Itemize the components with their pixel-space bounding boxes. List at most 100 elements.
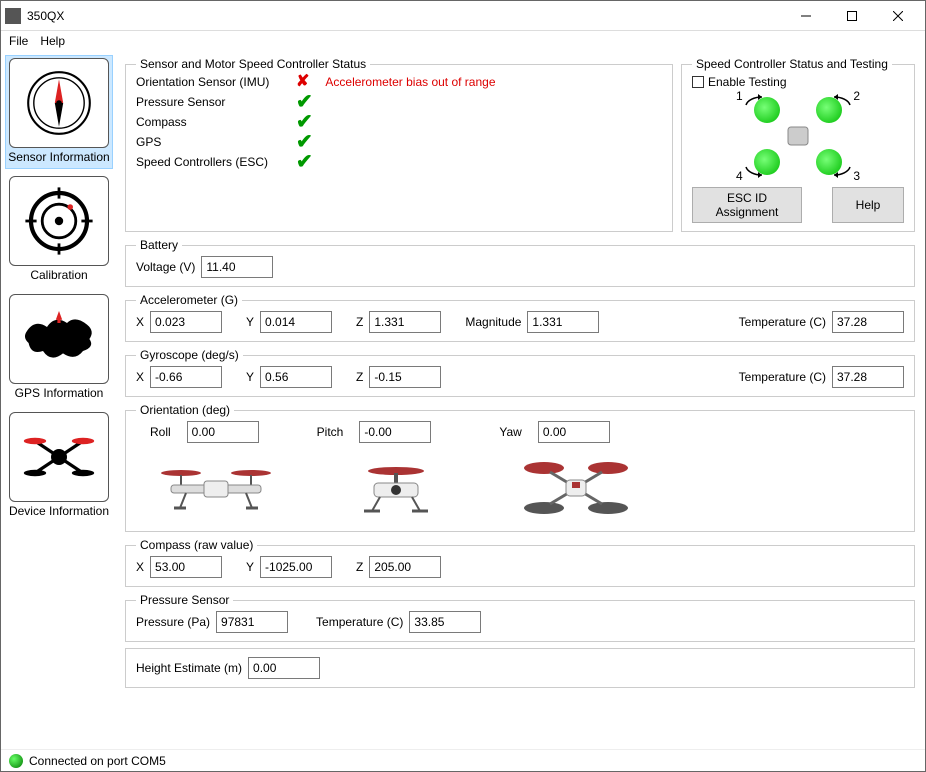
status-label: Speed Controllers (ESC)	[136, 155, 286, 169]
gyro-title: Gyroscope (deg/s)	[136, 348, 243, 362]
sidebar: Sensor Information Calibration	[1, 51, 119, 749]
height-label: Height Estimate (m)	[136, 661, 242, 675]
drone-yaw-image	[516, 453, 636, 523]
gyro-temp-input[interactable]	[832, 366, 904, 388]
gyro-z-input[interactable]	[369, 366, 441, 388]
compass-y-input[interactable]	[260, 556, 332, 578]
pressure-label: Pressure (Pa)	[136, 615, 210, 629]
voltage-input[interactable]	[201, 256, 273, 278]
sidebar-item-label: Device Information	[9, 504, 109, 518]
roll-label: Roll	[150, 425, 171, 439]
status-label: Compass	[136, 115, 286, 129]
height-panel: Height Estimate (m)	[125, 648, 915, 688]
accel-y-label: Y	[246, 315, 254, 329]
compass-x-label: X	[136, 560, 144, 574]
accel-panel: Accelerometer (G) X Y Z Magnitude Temper…	[125, 293, 915, 342]
status-row-compass: Compass ✔	[136, 115, 662, 129]
accel-mag-label: Magnitude	[465, 315, 521, 329]
app-icon	[5, 8, 21, 24]
status-label: Orientation Sensor (IMU)	[136, 75, 286, 89]
sidebar-item-gps-information[interactable]: GPS Information	[5, 291, 113, 405]
gyro-x-input[interactable]	[150, 366, 222, 388]
accel-mag-input[interactable]	[527, 311, 599, 333]
check-icon: ✔	[296, 115, 313, 129]
pitch-input[interactable]	[359, 421, 431, 443]
status-label: Pressure Sensor	[136, 95, 286, 109]
check-icon: ✔	[296, 95, 313, 109]
compass-icon	[9, 58, 109, 148]
menu-file[interactable]: File	[9, 34, 28, 48]
esc-panel: Speed Controller Status and Testing Enab…	[681, 57, 915, 232]
statusbar: Connected on port COM5	[1, 749, 925, 771]
menu-help[interactable]: Help	[40, 34, 65, 48]
window-title: 350QX	[27, 9, 783, 23]
accel-z-input[interactable]	[369, 311, 441, 333]
orient-title: Orientation (deg)	[136, 403, 234, 417]
yaw-input[interactable]	[538, 421, 610, 443]
check-icon: ✔	[296, 135, 313, 149]
status-row-gps: GPS ✔	[136, 135, 662, 149]
pressure-temp-label: Temperature (C)	[316, 615, 403, 629]
drone-roll-image	[156, 453, 276, 523]
pressure-title: Pressure Sensor	[136, 593, 233, 607]
accel-title: Accelerometer (G)	[136, 293, 242, 307]
compass-z-label: Z	[356, 560, 363, 574]
gyro-temp-label: Temperature (C)	[739, 370, 826, 384]
gyro-y-input[interactable]	[260, 366, 332, 388]
status-row-imu: Orientation Sensor (IMU) ✘ Accelerometer…	[136, 75, 662, 89]
sidebar-item-sensor-information[interactable]: Sensor Information	[5, 55, 113, 169]
motor-1[interactable]	[754, 97, 780, 123]
drone-pitch-image	[336, 453, 456, 523]
check-icon: ✔	[296, 155, 313, 169]
cross-icon: ✘	[296, 75, 309, 89]
titlebar: 350QX	[1, 1, 925, 31]
motor-diagram: 1 2 3 4	[728, 91, 868, 181]
checkbox-icon	[692, 76, 704, 88]
pressure-panel: Pressure Sensor Pressure (Pa) Temperatur…	[125, 593, 915, 642]
gyro-x-label: X	[136, 370, 144, 384]
esc-help-button[interactable]: Help	[832, 187, 904, 223]
close-button[interactable]	[875, 1, 921, 31]
enable-testing-checkbox[interactable]: Enable Testing	[692, 75, 904, 89]
sidebar-item-calibration[interactable]: Calibration	[5, 173, 113, 287]
statusbar-text: Connected on port COM5	[29, 754, 166, 768]
sidebar-item-label: Sensor Information	[8, 150, 109, 164]
motor-2[interactable]	[816, 97, 842, 123]
roll-input[interactable]	[187, 421, 259, 443]
maximize-button[interactable]	[829, 1, 875, 31]
voltage-label: Voltage (V)	[136, 260, 195, 274]
status-panel: Sensor and Motor Speed Controller Status…	[125, 57, 673, 232]
status-row-esc: Speed Controllers (ESC) ✔	[136, 155, 662, 169]
compass-z-input[interactable]	[369, 556, 441, 578]
gyro-panel: Gyroscope (deg/s) X Y Z Temperature (C)	[125, 348, 915, 397]
status-row-pressure: Pressure Sensor ✔	[136, 95, 662, 109]
compass-panel: Compass (raw value) X Y Z	[125, 538, 915, 587]
height-input[interactable]	[248, 657, 320, 679]
minimize-button[interactable]	[783, 1, 829, 31]
sidebar-item-label: Calibration	[30, 268, 87, 282]
sidebar-item-device-information[interactable]: Device Information	[5, 409, 113, 523]
target-icon	[9, 176, 109, 266]
pressure-input[interactable]	[216, 611, 288, 633]
battery-title: Battery	[136, 238, 182, 252]
compass-y-label: Y	[246, 560, 254, 574]
esc-id-assignment-button[interactable]: ESC ID Assignment	[692, 187, 802, 223]
compass-x-input[interactable]	[150, 556, 222, 578]
connection-led-icon	[9, 754, 23, 768]
pressure-temp-input[interactable]	[409, 611, 481, 633]
status-error: Accelerometer bias out of range	[325, 75, 495, 89]
yaw-label: Yaw	[499, 425, 521, 439]
accel-x-input[interactable]	[150, 311, 222, 333]
status-panel-title: Sensor and Motor Speed Controller Status	[136, 57, 370, 71]
gyro-z-label: Z	[356, 370, 363, 384]
status-label: GPS	[136, 135, 286, 149]
pitch-label: Pitch	[317, 425, 344, 439]
accel-x-label: X	[136, 315, 144, 329]
motor-3[interactable]	[816, 149, 842, 175]
compass-title: Compass (raw value)	[136, 538, 257, 552]
motor-4[interactable]	[754, 149, 780, 175]
orientation-panel: Orientation (deg) Roll Pitch Yaw	[125, 403, 915, 532]
accel-y-input[interactable]	[260, 311, 332, 333]
content: Sensor and Motor Speed Controller Status…	[119, 51, 925, 749]
accel-temp-input[interactable]	[832, 311, 904, 333]
